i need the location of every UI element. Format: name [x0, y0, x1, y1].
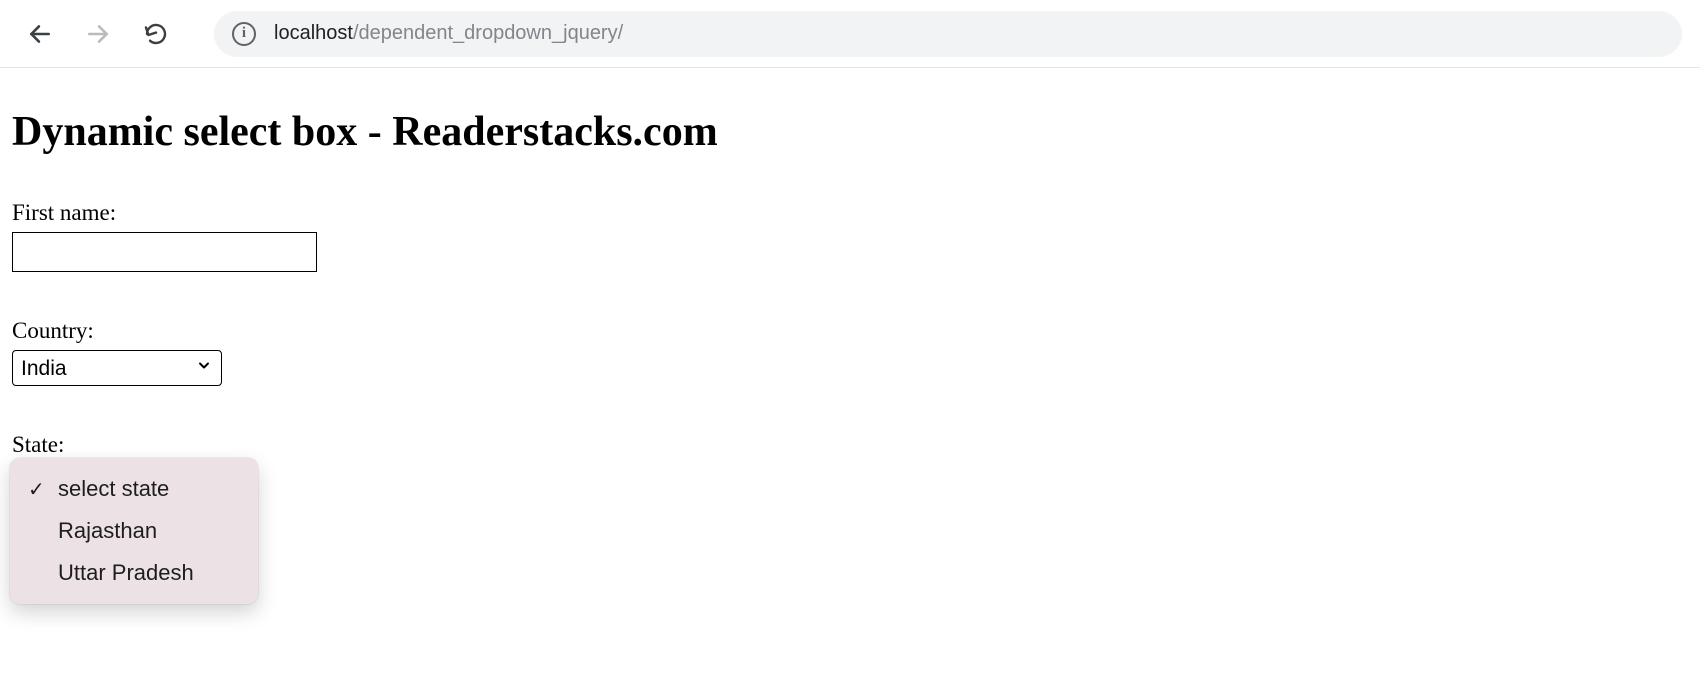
url-host: localhost	[274, 22, 353, 45]
state-label: State:	[12, 432, 1688, 458]
state-option[interactable]: Rajasthan	[10, 510, 258, 552]
page-title: Dynamic select box - Readerstacks.com	[12, 108, 1688, 156]
back-button[interactable]	[18, 12, 62, 56]
page-content: Dynamic select box - Readerstacks.com Fi…	[0, 68, 1700, 458]
site-info-icon[interactable]: i	[232, 22, 256, 46]
reload-button[interactable]	[134, 12, 178, 56]
url-path: /dependent_dropdown_jquery/	[353, 22, 623, 45]
forward-button[interactable]	[76, 12, 120, 56]
address-bar[interactable]: i localhost/dependent_dropdown_jquery/	[214, 11, 1682, 57]
first-name-label: First name:	[12, 200, 1688, 226]
state-dropdown-menu: ✓ select state Rajasthan Uttar Pradesh	[10, 458, 258, 604]
check-icon: ✓	[28, 477, 58, 502]
reload-icon	[144, 22, 168, 46]
first-name-field[interactable]	[12, 232, 317, 272]
state-option-label: Uttar Pradesh	[58, 560, 194, 586]
forward-arrow-icon	[85, 21, 111, 47]
country-label: Country:	[12, 318, 1688, 344]
country-select[interactable]: India	[12, 350, 222, 386]
back-arrow-icon	[27, 21, 53, 47]
state-option[interactable]: ✓ select state	[10, 468, 258, 510]
state-option[interactable]: Uttar Pradesh	[10, 552, 258, 594]
state-option-label: select state	[58, 476, 169, 502]
browser-toolbar: i localhost/dependent_dropdown_jquery/	[0, 0, 1700, 68]
state-option-label: Rajasthan	[58, 518, 157, 544]
